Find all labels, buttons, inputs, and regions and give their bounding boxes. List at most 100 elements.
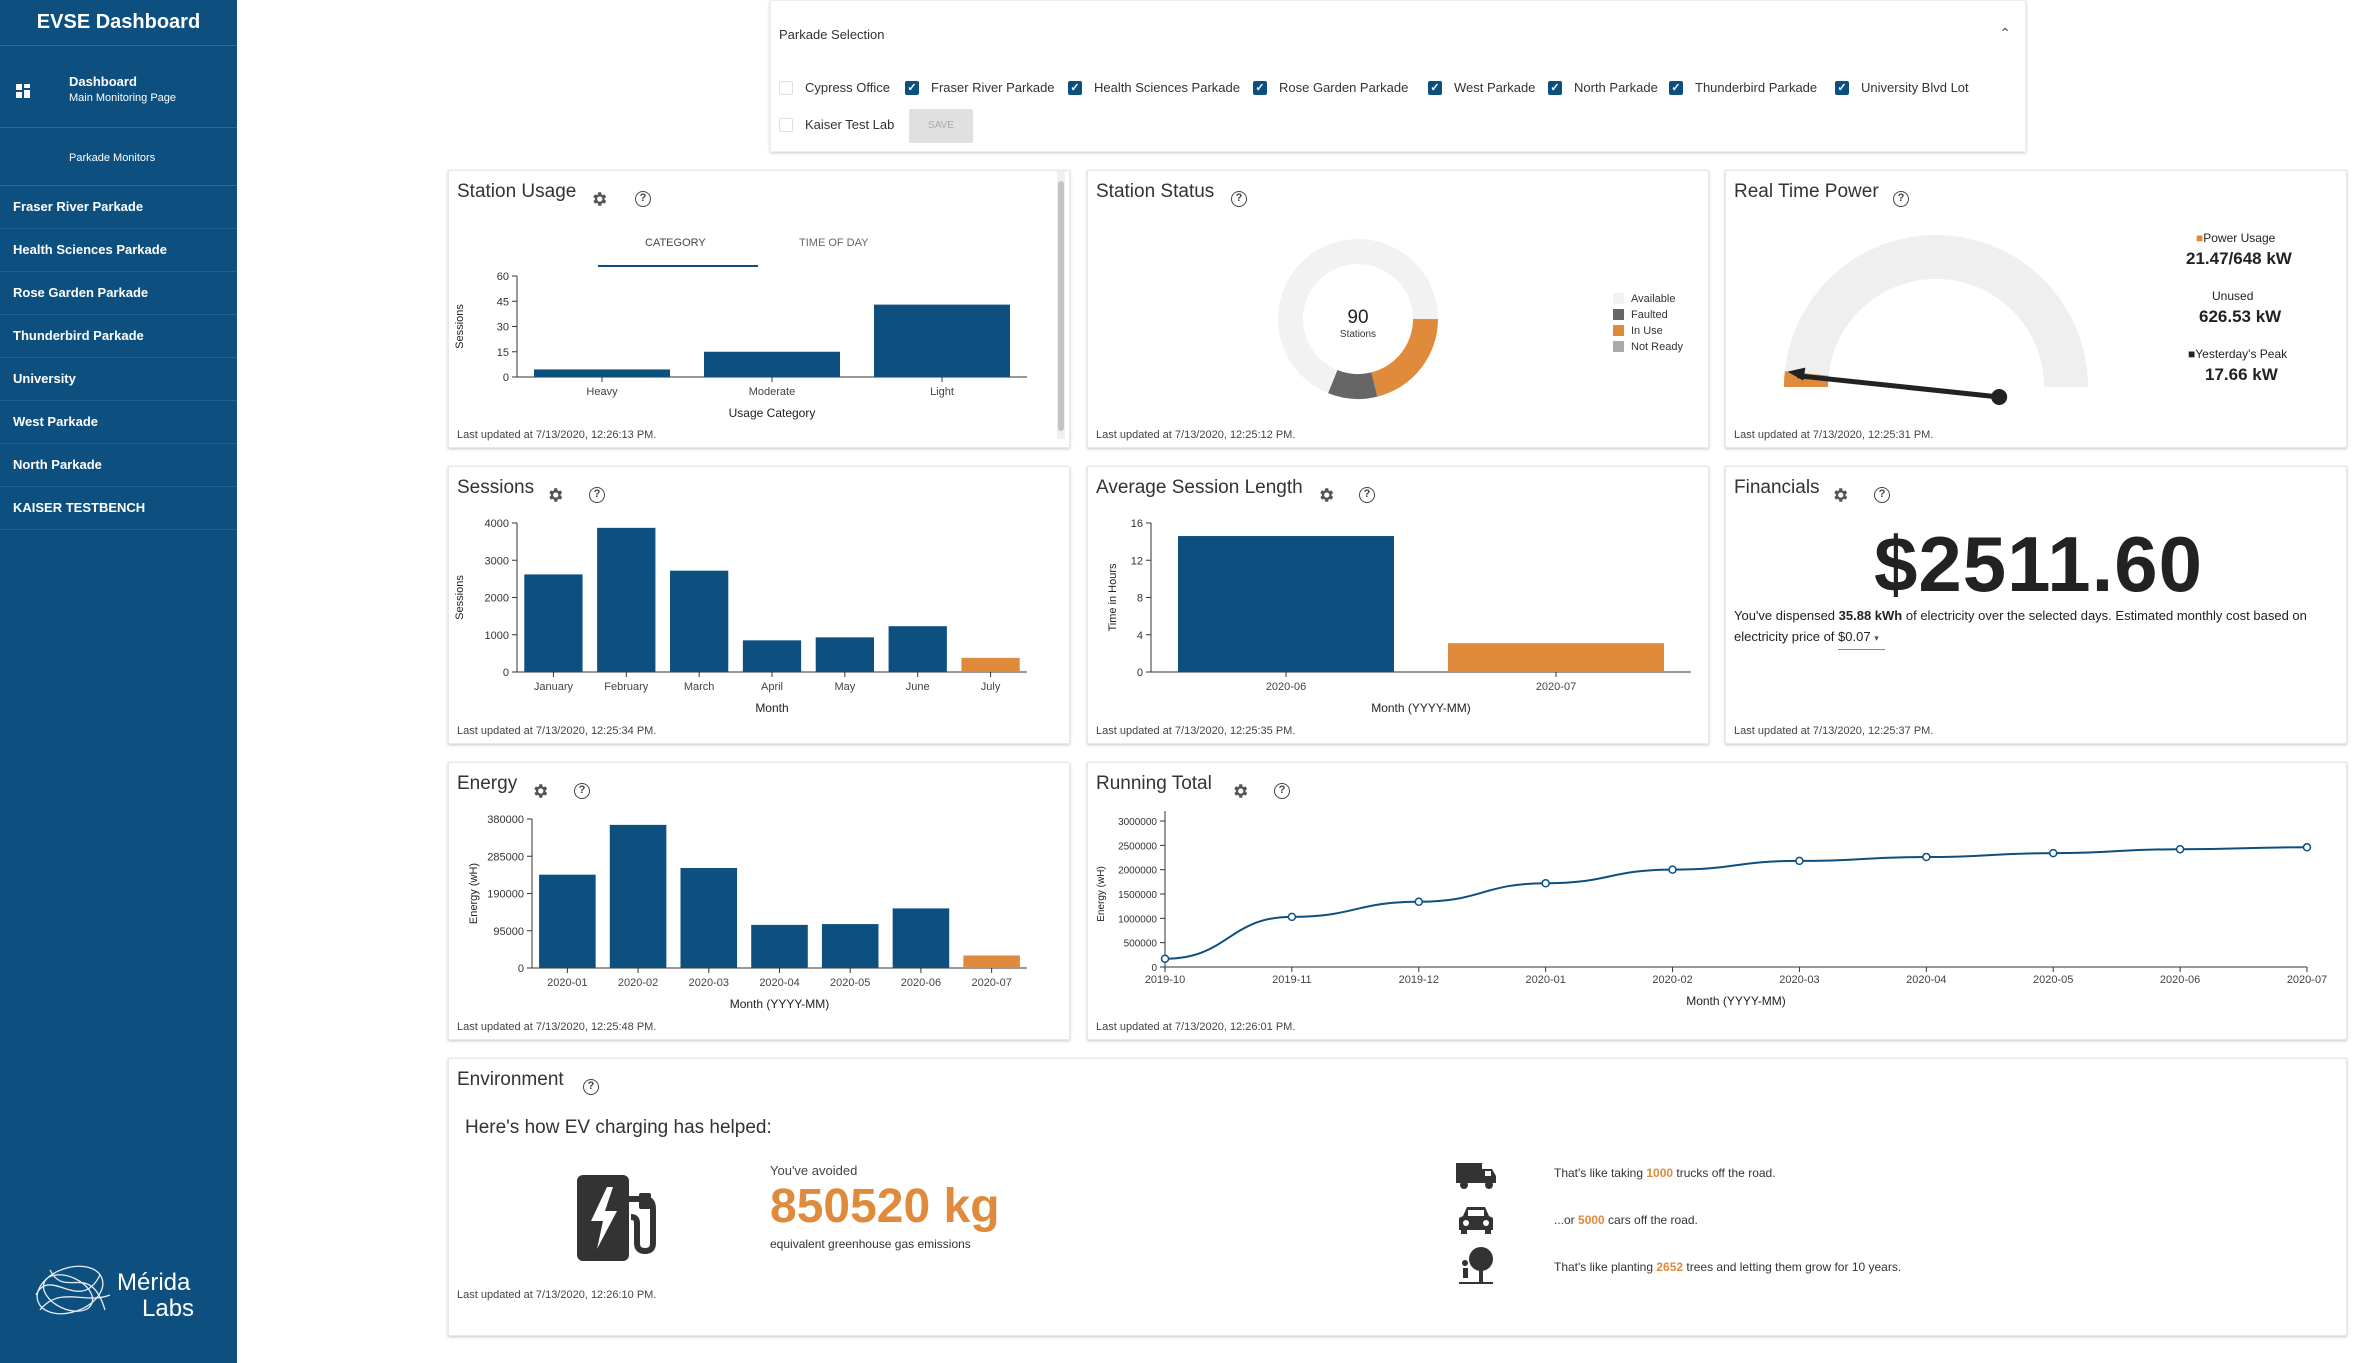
x-tick-label: 2020-03 (689, 977, 729, 989)
chevron-up-icon[interactable]: ⌃ (1999, 25, 2011, 42)
data-point (1541, 879, 1550, 888)
parkade-option-label[interactable]: Rose Garden Parkade (1279, 80, 1408, 95)
bar (821, 924, 879, 968)
yesterdays-peak-label: ■Yesterday's Peak (2188, 347, 2288, 361)
parkade-option-label[interactable]: Fraser River Parkade (931, 80, 1055, 95)
x-tick-label: June (906, 681, 930, 693)
x-tick-label: 2020-03 (1779, 974, 1819, 986)
bar (963, 955, 1020, 968)
y-tick-label: 285000 (487, 851, 524, 863)
help-icon[interactable]: ? (583, 1079, 599, 1095)
checkbox[interactable] (779, 81, 793, 95)
data-point (1922, 852, 1931, 862)
x-tick-label: 2020-05 (2033, 974, 2073, 986)
environment-title: Environment (457, 1069, 564, 1090)
help-icon[interactable]: ? (1874, 487, 1890, 503)
checkbox[interactable]: ✓ (1428, 81, 1442, 95)
y-tick-label: 190000 (487, 889, 524, 901)
financials-updated: Last updated at 7/13/2020, 12:25:37 PM. (1734, 725, 1934, 737)
checkbox[interactable]: ✓ (905, 81, 919, 95)
electricity-price-select[interactable]: $0.07 ▾ (1838, 626, 1885, 650)
y-tick-label: 2500000 (1118, 841, 1157, 852)
sidebar-item-thunderbird[interactable]: Thunderbird Parkade (0, 315, 237, 358)
checkbox[interactable]: ✓ (1548, 81, 1562, 95)
sidebar-item-health-sciences[interactable]: Health Sciences Parkade (0, 229, 237, 272)
station-usage-updated: Last updated at 7/13/2020, 12:26:13 PM. (457, 429, 657, 441)
center-label: Stations (1340, 329, 1376, 340)
ev-charger-icon (575, 1173, 657, 1268)
checkbox[interactable]: ✓ (1835, 81, 1849, 95)
bar (1448, 643, 1664, 672)
gear-icon[interactable] (1831, 486, 1849, 504)
x-tick-label: 2020-01 (1525, 974, 1565, 986)
y-tick-label: 1000 (485, 630, 509, 642)
parkade-option-label[interactable]: North Parkade (1574, 80, 1658, 95)
data-point (1668, 865, 1677, 874)
parkade-selection-header[interactable]: Parkade Selection (779, 27, 885, 42)
parkade-option-label[interactable]: Cypress Office (805, 80, 890, 95)
y-axis-label: Time in Hours (1107, 563, 1119, 632)
scrollbar[interactable] (1057, 171, 1065, 439)
sidebar-item-university[interactable]: University (0, 358, 237, 401)
x-tick-label: Heavy (586, 386, 618, 398)
parkade-option-label[interactable]: Thunderbird Parkade (1695, 80, 1817, 95)
bar (670, 570, 729, 672)
parkade-option-label[interactable]: West Parkade (1454, 80, 1535, 95)
energy-updated: Last updated at 7/13/2020, 12:25:48 PM. (457, 1021, 657, 1033)
data-point (2302, 843, 2312, 852)
sidebar-item-rose-garden[interactable]: Rose Garden Parkade (0, 272, 237, 315)
x-axis-label: Month (YYYY-MM) (1686, 994, 1786, 1008)
x-tick-label: March (684, 681, 715, 693)
checkbox[interactable]: ✓ (1068, 81, 1082, 95)
save-button[interactable]: SAVE (909, 109, 973, 143)
checkbox[interactable]: ✓ (1669, 81, 1683, 95)
x-tick-label: February (604, 681, 649, 693)
legend-swatch (1613, 293, 1624, 304)
environment-updated: Last updated at 7/13/2020, 12:26:10 PM. (457, 1289, 657, 1301)
environment-heading: Here's how EV charging has helped: (465, 1117, 772, 1138)
sidebar-item-fraser-river[interactable]: Fraser River Parkade (0, 186, 237, 229)
truck-icon (1454, 1159, 1498, 1196)
running-total-chart: 0 500000 1000000 1500000 2000000 2500000 30000… (1096, 811, 2327, 1008)
y-tick-label: 60 (497, 271, 509, 283)
parkade-option-label[interactable]: University Blvd Lot (1861, 80, 1969, 95)
real-time-power-updated: Last updated at 7/13/2020, 12:25:31 PM. (1734, 429, 1934, 441)
bar (539, 874, 596, 968)
merida-labs-logo: Mérida Labs (30, 1255, 194, 1330)
sessions-updated: Last updated at 7/13/2020, 12:25:34 PM. (457, 725, 657, 737)
legend-label: Faulted (1631, 309, 1668, 321)
parkade-selection-panel: Parkade Selection ⌃ Cypress Office ✓ Frase… (770, 0, 2026, 152)
y-tick-label: 15 (497, 347, 509, 359)
station-usage-card: Station Usage ? CATEGORY TIME OF DAY 0 15… (448, 170, 1070, 448)
y-tick-label: 0 (1137, 667, 1143, 679)
app-root: EVSE Dashboard Dashboard Main Monitoring… (0, 0, 2363, 1363)
x-tick-label: January (534, 681, 574, 693)
avoided-sub: equivalent greenhouse gas emissions (770, 1237, 971, 1251)
legend-swatch (1613, 325, 1624, 336)
sidebar-item-dashboard[interactable]: Dashboard Main Monitoring Page (0, 46, 237, 128)
x-axis-label: Month (YYYY-MM) (730, 997, 830, 1011)
x-tick-label: 2020-06 (901, 977, 941, 989)
y-tick-label: 500000 (1124, 939, 1158, 950)
data-point (1160, 954, 1170, 963)
checkbox[interactable]: ✓ (1253, 81, 1267, 95)
avoided-label: You've avoided (770, 1163, 858, 1178)
logo-text-line2: Labs (142, 1295, 195, 1322)
avoided-value: 850520 kg (770, 1180, 1000, 1233)
parkade-option-label[interactable]: Health Sciences Parkade (1094, 80, 1240, 95)
data-point (1414, 897, 1424, 907)
bar (609, 824, 667, 968)
yesterdays-peak-value: 17.66 kW (2205, 365, 2278, 384)
parkade-option-label[interactable]: Kaiser Test Lab (805, 117, 894, 132)
bar (961, 657, 1020, 672)
sidebar-item-north[interactable]: North Parkade (0, 444, 237, 487)
legend-label: Not Ready (1631, 341, 1683, 353)
x-tick-label: 2019-12 (1399, 974, 1439, 986)
x-tick-label: Moderate (749, 386, 795, 398)
sidebar-dashboard-sub: Main Monitoring Page (69, 92, 177, 104)
sidebar-item-west[interactable]: West Parkade (0, 401, 237, 444)
sidebar-item-kaiser[interactable]: KAISER TESTBENCH (0, 487, 237, 530)
y-tick-label: 95000 (493, 926, 524, 938)
checkbox[interactable] (779, 118, 793, 132)
bar (534, 369, 670, 377)
